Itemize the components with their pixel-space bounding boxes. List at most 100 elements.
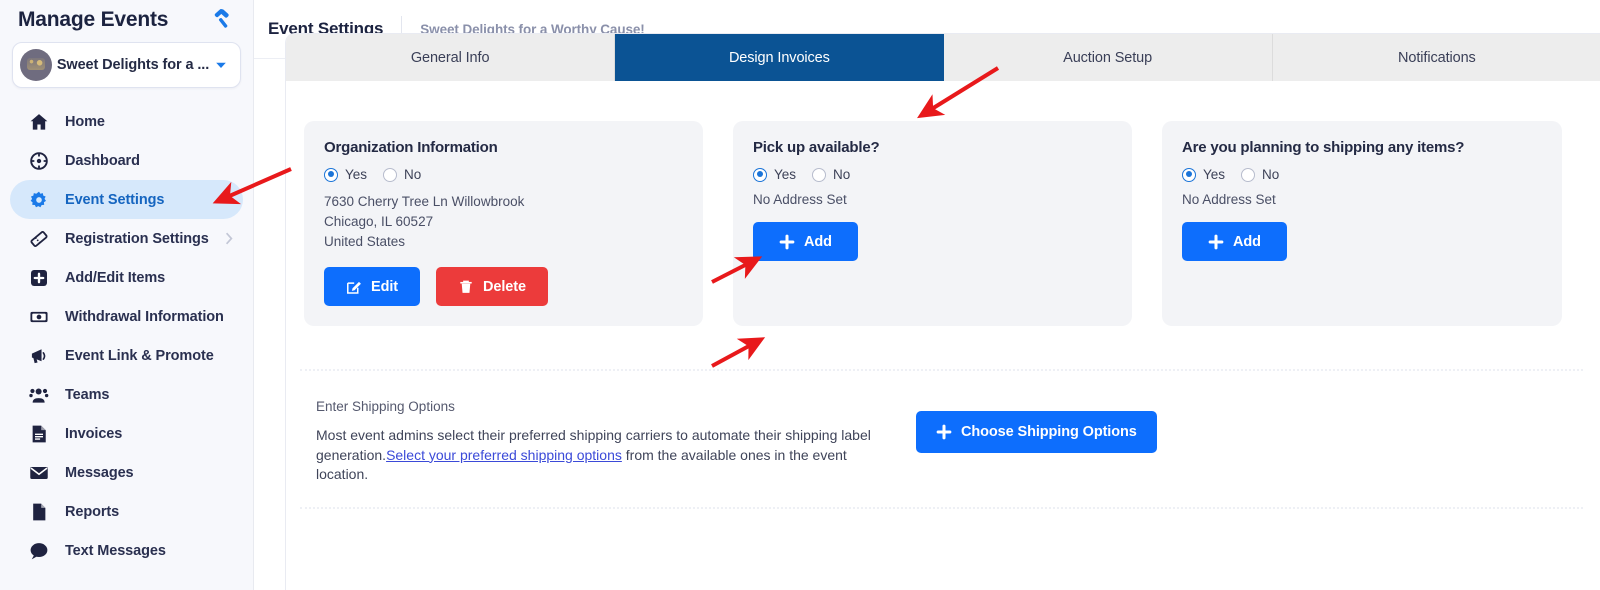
sidebar-item-reports[interactable]: Reports <box>10 492 243 531</box>
pickup-radio-group: Yes No <box>753 167 1112 182</box>
banknote-icon <box>28 306 50 328</box>
app-root: Manage Events Sweet Delights for a ... H… <box>0 0 1600 590</box>
envelope-icon <box>28 462 50 484</box>
shipping-add-button[interactable]: Add <box>1182 222 1287 261</box>
pickup-address-status: No Address Set <box>753 192 847 207</box>
sidebar-item-teams[interactable]: Teams <box>10 375 243 414</box>
shipping-items-card: Are you planning to shipping any items? … <box>1162 121 1562 326</box>
sidebar-item-event-link-promote[interactable]: Event Link & Promote <box>10 336 243 375</box>
plus-icon <box>1208 234 1224 250</box>
sidebar-item-event-settings[interactable]: Event Settings <box>10 180 243 219</box>
shipping-options-description: Most event admins select their preferred… <box>316 426 891 485</box>
org-selector[interactable]: Sweet Delights for a ... <box>12 42 241 88</box>
shipping-radio-no[interactable]: No <box>1241 167 1279 182</box>
sidebar-item-label: Home <box>65 113 105 130</box>
sidebar-item-label: Event Settings <box>65 191 165 208</box>
sidebar-item-label: Dashboard <box>65 152 140 169</box>
plus-icon <box>779 234 795 250</box>
sidebar-item-registration-settings[interactable]: Registration Settings <box>10 219 243 258</box>
radio-indicator[interactable] <box>753 167 767 182</box>
shipping-radio-group: Yes No <box>1182 167 1542 182</box>
sidebar-item-withdrawal-information[interactable]: Withdrawal Information <box>10 297 243 336</box>
radio-label: No <box>404 167 422 182</box>
address-line-2: Chicago, IL 60527 <box>324 214 434 229</box>
sidebar-item-label: Add/Edit Items <box>65 269 166 286</box>
radio-label: Yes <box>345 167 368 182</box>
home-icon <box>28 111 50 133</box>
megaphone-icon <box>28 345 50 367</box>
radio-indicator[interactable] <box>324 167 338 182</box>
pickup-actions: Add <box>753 222 1112 261</box>
sidebar-brand-row: Manage Events <box>0 0 253 38</box>
sidebar-item-label: Text Messages <box>65 542 166 559</box>
page-icon <box>28 501 50 523</box>
invoice-document-icon <box>28 423 50 445</box>
radio-indicator[interactable] <box>812 167 827 182</box>
card-title: Are you planning to shipping any items? <box>1182 139 1465 156</box>
pencil-square-icon <box>346 279 362 295</box>
sidebar-item-label: Withdrawal Information <box>65 308 224 325</box>
avatar <box>20 49 52 81</box>
organization-actions: Edit Delete <box>324 267 683 306</box>
card-title: Organization Information <box>324 139 498 156</box>
radio-indicator[interactable] <box>1241 167 1256 182</box>
gear-icon <box>28 189 50 211</box>
sidebar-item-label: Teams <box>65 386 110 403</box>
radio-label: No <box>1262 167 1280 182</box>
tab-auction-setup[interactable]: Auction Setup <box>944 34 1273 81</box>
dashboard-icon <box>28 150 50 172</box>
organization-radio-no[interactable]: No <box>383 167 421 182</box>
sidebar-item-text-messages[interactable]: Text Messages <box>10 531 243 570</box>
chevron-right-icon <box>225 232 233 245</box>
choose-shipping-options-button[interactable]: Choose Shipping Options <box>916 411 1157 453</box>
card-title: Pick up available? <box>753 139 880 156</box>
sidebar-item-label: Invoices <box>65 425 123 442</box>
pickup-add-button-label: Add <box>804 233 832 250</box>
shipping-add-button-label: Add <box>1233 233 1261 250</box>
pickup-add-button[interactable]: Add <box>753 222 858 261</box>
sidebar-item-label: Event Link & Promote <box>65 347 214 364</box>
org-selector-label: Sweet Delights for a ... <box>56 57 210 73</box>
organization-radio-yes[interactable]: Yes <box>324 167 367 182</box>
radio-indicator[interactable] <box>1182 167 1196 182</box>
people-icon <box>28 384 50 406</box>
pickup-radio-yes[interactable]: Yes <box>753 167 796 182</box>
pickup-radio-no[interactable]: No <box>812 167 850 182</box>
edit-button-label: Edit <box>371 278 398 295</box>
tab-bar: General Info Design Invoices Auction Set… <box>286 34 1600 81</box>
sidebar-item-home[interactable]: Home <box>10 102 243 141</box>
settings-panel: General Info Design Invoices Auction Set… <box>285 33 1600 590</box>
tab-notifications[interactable]: Notifications <box>1273 34 1600 81</box>
sidebar-item-add-edit-items[interactable]: Add/Edit Items <box>10 258 243 297</box>
shipping-radio-yes[interactable]: Yes <box>1182 167 1225 182</box>
tab-design-invoices[interactable]: Design Invoices <box>615 34 944 81</box>
shipping-actions: Add <box>1182 222 1542 261</box>
organization-radio-group: Yes No <box>324 167 683 182</box>
choose-shipping-options-label: Choose Shipping Options <box>961 424 1137 440</box>
delete-button-label: Delete <box>483 278 526 295</box>
radio-label: No <box>833 167 851 182</box>
sidebar-item-invoices[interactable]: Invoices <box>10 414 243 453</box>
delete-button[interactable]: Delete <box>436 267 548 306</box>
sidebar: Manage Events Sweet Delights for a ... H… <box>0 0 254 590</box>
ticket-icon <box>28 228 50 250</box>
shipping-options-eyebrow: Enter Shipping Options <box>316 399 455 414</box>
edit-button[interactable]: Edit <box>324 267 420 306</box>
radio-indicator[interactable] <box>383 167 398 182</box>
main-content: Event Settings Sweet Delights for a Wort… <box>254 0 1600 590</box>
address-line-3: United States <box>324 234 406 249</box>
tab-general-info[interactable]: General Info <box>286 34 616 81</box>
sidebar-item-label: Registration Settings <box>65 230 209 247</box>
shipping-address-status: No Address Set <box>1182 192 1276 207</box>
bottom-divider <box>300 506 1583 509</box>
chevron-down-icon[interactable] <box>214 58 228 72</box>
preferred-shipping-options-link[interactable]: Select your preferred shipping options <box>386 447 622 463</box>
pickup-available-card: Pick up available? Yes No No Address Set <box>733 121 1132 326</box>
sidebar-item-label: Reports <box>65 503 120 520</box>
chat-bubble-icon <box>28 540 50 562</box>
sidebar-item-dashboard[interactable]: Dashboard <box>10 141 243 180</box>
sidebar-nav: Home Dashboard Event Settings Registrati… <box>0 102 253 570</box>
radio-label: Yes <box>1203 167 1226 182</box>
sidebar-item-messages[interactable]: Messages <box>10 453 243 492</box>
plus-icon <box>936 424 952 440</box>
